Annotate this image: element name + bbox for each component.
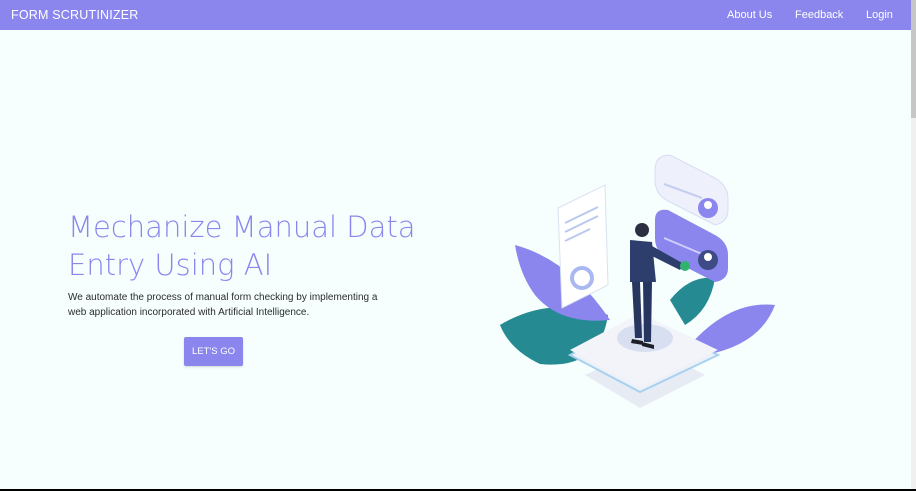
nav-link-feedback[interactable]: Feedback: [795, 9, 843, 21]
brand-logo-text[interactable]: FORM SCRUTINIZER: [11, 8, 139, 22]
teal-leaf-right: [670, 277, 715, 325]
hero-description: We automate the process of manual form c…: [68, 292, 378, 318]
page-scrollbar[interactable]: [911, 0, 916, 491]
hero-title: Mechanize Manual Data Entry Using AI: [68, 210, 416, 282]
scrollbar-thumb[interactable]: [911, 0, 916, 118]
lets-go-button[interactable]: LET'S GO: [184, 337, 243, 366]
tap-indicator-icon: [680, 261, 690, 271]
nav-link-about-us[interactable]: About Us: [727, 9, 772, 21]
hero-illustration: [500, 154, 775, 408]
top-navbar: FORM SCRUTINIZER About Us Feedback Login: [0, 0, 911, 30]
nav-link-login[interactable]: Login: [866, 9, 893, 21]
person-head: [635, 223, 649, 237]
